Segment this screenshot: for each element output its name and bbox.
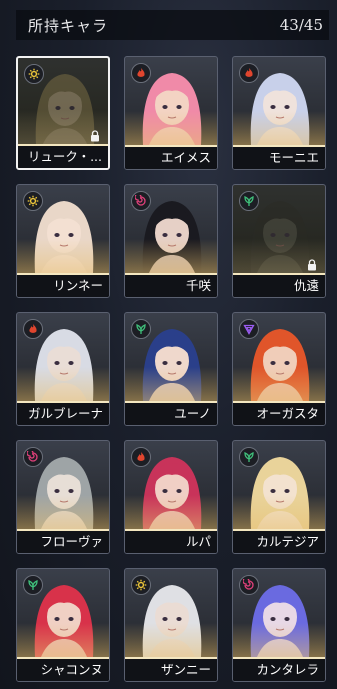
fire-icon [131,63,151,83]
character-name: カルテジア [233,529,325,553]
leaf-icon [239,191,259,211]
character-card[interactable]: オーガスタ [232,312,326,426]
character-card[interactable]: リューク・... [16,56,110,170]
character-card[interactable]: ガルブレーナ [16,312,110,426]
character-name: ガルブレーナ [17,401,109,425]
card-glow [233,623,325,659]
sun-icon [23,191,43,211]
character-name: ルパ [125,529,217,553]
character-name: オーガスタ [233,401,325,425]
character-name: カンタレラ [233,657,325,681]
card-glow [125,111,217,147]
card-glow [233,111,325,147]
swirl-icon [23,447,43,467]
character-name: モーニエ [233,145,325,169]
character-name: ザンニー [125,657,217,681]
card-glow [17,495,109,531]
swirl-icon [131,191,151,211]
fire-icon [23,319,43,339]
character-card[interactable]: エイメス [124,56,218,170]
void-icon [239,319,259,339]
character-name: ユーノ [125,401,217,425]
card-glow [233,367,325,403]
character-card[interactable]: ザンニー [124,568,218,682]
character-card[interactable]: カルテジア [232,440,326,554]
character-count: 43/45 [279,16,323,34]
character-card[interactable]: 仇遠 [232,184,326,298]
character-name: シャコンヌ [17,657,109,681]
character-card[interactable]: カンタレラ [232,568,326,682]
character-name: 仇遠 [233,273,325,297]
character-card[interactable]: リンネー [16,184,110,298]
character-card[interactable]: ルパ [124,440,218,554]
character-card[interactable]: フローヴァ [16,440,110,554]
leaf-icon [131,319,151,339]
card-glow [125,239,217,275]
leaf-icon [23,575,43,595]
character-card[interactable]: モーニエ [232,56,326,170]
character-name: エイメス [125,145,217,169]
fire-icon [131,447,151,467]
sun-icon [24,64,44,84]
character-grid: リューク・... エイメス モーニエリンネー 千咲 仇遠ガルブレーナ ユーノ オーガスタフロ… [16,56,326,682]
card-glow [17,623,109,659]
card-glow [233,495,325,531]
leaf-icon [239,447,259,467]
character-card[interactable]: ユーノ [124,312,218,426]
character-name: フローヴァ [17,529,109,553]
swirl-icon [239,575,259,595]
header-title: 所持キャラ [28,16,109,35]
character-name: リンネー [17,273,109,297]
lock-icon [306,256,318,271]
sun-icon [131,575,151,595]
character-name: 千咲 [125,273,217,297]
card-glow [17,239,109,275]
character-card[interactable]: シャコンヌ [16,568,110,682]
card-glow [125,367,217,403]
fire-icon [239,63,259,83]
character-card[interactable]: 千咲 [124,184,218,298]
card-glow [125,623,217,659]
card-glow [17,367,109,403]
owned-characters-header: 所持キャラ 43/45 [16,10,329,40]
lock-icon [89,127,101,142]
character-name: リューク・... [18,144,108,168]
card-glow [125,495,217,531]
